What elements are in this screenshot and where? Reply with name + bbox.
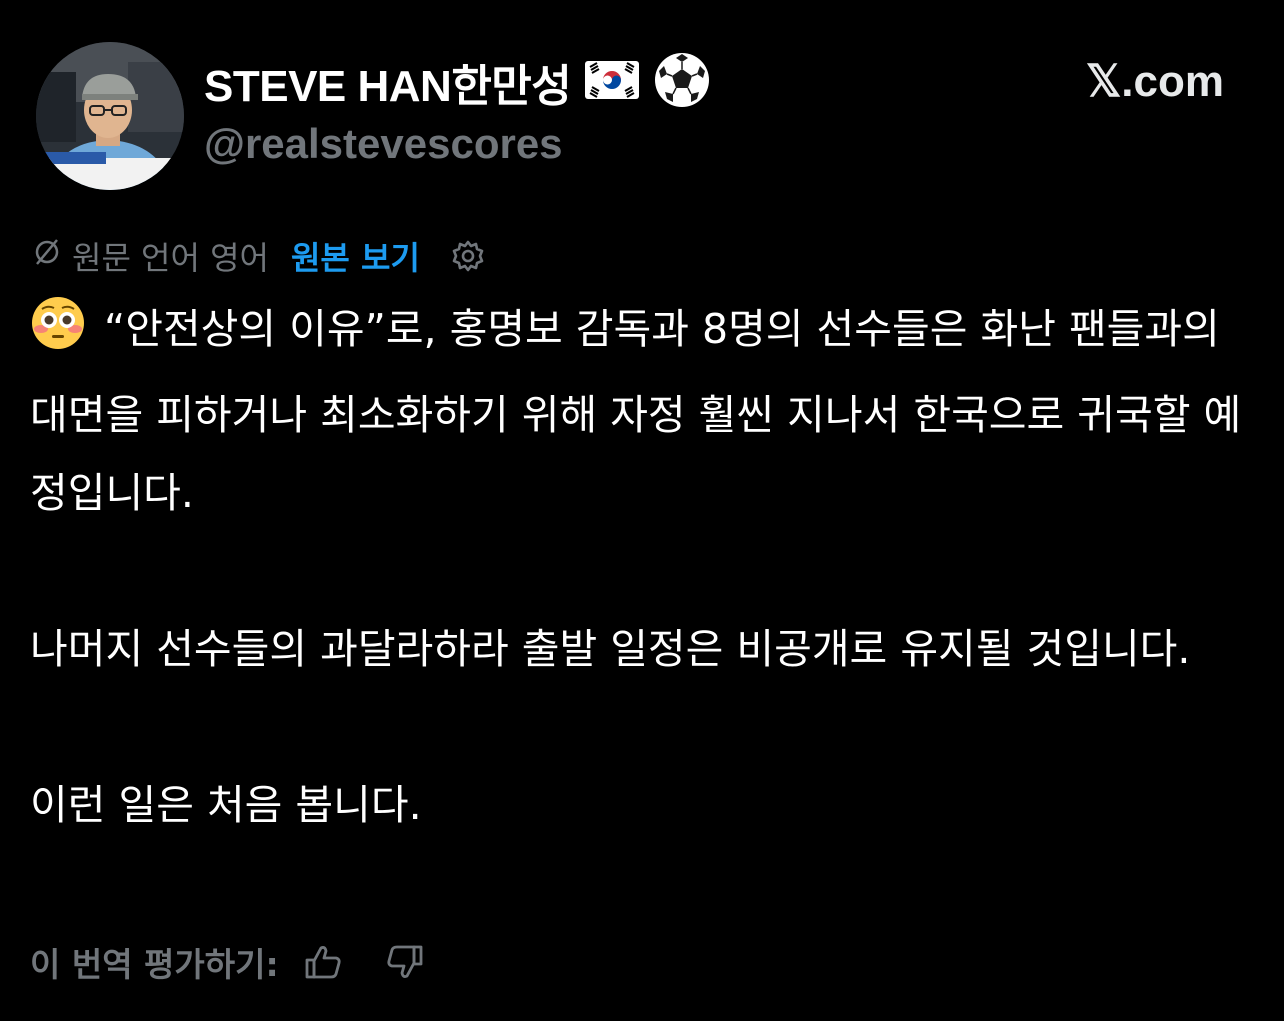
thumbs-up-icon[interactable] (303, 942, 343, 982)
tweet-header: STEVE HAN한만성 @realstevescores 𝕏.com (30, 42, 1254, 192)
flushed-face-icon (30, 295, 86, 376)
rate-translation-label: 이 번역 평가하기: (30, 945, 279, 984)
x-brand-logo: 𝕏.com (1085, 57, 1224, 106)
soccer-ball-icon (653, 51, 711, 113)
tweet-paragraph-3: 이런 일은 처음 봅니다. (30, 781, 422, 829)
tweet-paragraph-2: 나머지 선수들의 과달라하라 출발 일정은 비공개로 유지될 것입니다. (30, 625, 1191, 673)
translation-bar: 원문 언어 영어 원본 보기 (32, 230, 486, 282)
display-name[interactable]: STEVE HAN한만성 (204, 50, 572, 114)
korea-flag-icon (585, 61, 640, 103)
rate-translation-bar: 이 번역 평가하기: (30, 934, 425, 990)
author-identity: STEVE HAN한만성 @realstevescores (204, 52, 711, 168)
tweet-text: “안전상의 이유”로, 홍명보 감독과 8명의 선수들은 화난 팬들과의 대면을… (30, 290, 1254, 844)
tweet-paragraph-1-text: “안전상의 이유”로, 홍명보 감독과 8명의 선수들은 화난 팬들과의 대면을… (30, 305, 1242, 517)
display-name-row: STEVE HAN한만성 (204, 52, 711, 112)
translate-icon (32, 237, 62, 275)
show-original-link[interactable]: 원본 보기 (291, 233, 420, 279)
thumbs-down-icon[interactable] (385, 942, 425, 982)
avatar[interactable] (36, 42, 184, 190)
author-handle[interactable]: @realstevescores (204, 120, 711, 168)
gear-icon[interactable] (450, 238, 486, 274)
tweet-paragraph-1: “안전상의 이유”로, 홍명보 감독과 8명의 선수들은 화난 팬들과의 대면을… (30, 290, 1254, 532)
translated-from-label: 원문 언어 영어 (72, 239, 269, 277)
